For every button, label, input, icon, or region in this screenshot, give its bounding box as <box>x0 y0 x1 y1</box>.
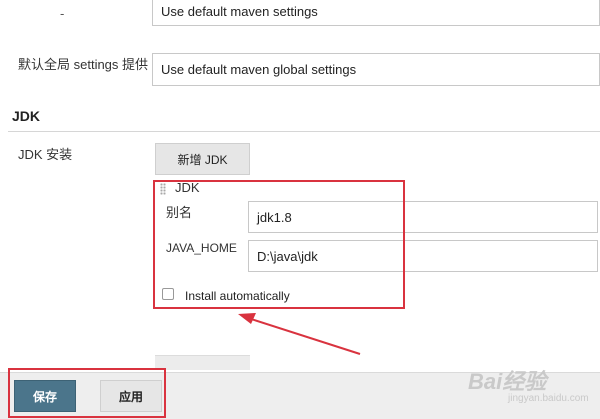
watermark-domain: jingyan.baidu.com <box>508 393 589 404</box>
arrow-to-jdk-line <box>247 317 361 355</box>
hidden-button-edge <box>155 355 250 370</box>
save-highlight-box <box>8 368 166 418</box>
arrow-to-jdk-head <box>238 313 256 324</box>
watermark-logo: Bai经验 <box>468 369 547 394</box>
annotation-arrows <box>188 313 361 399</box>
